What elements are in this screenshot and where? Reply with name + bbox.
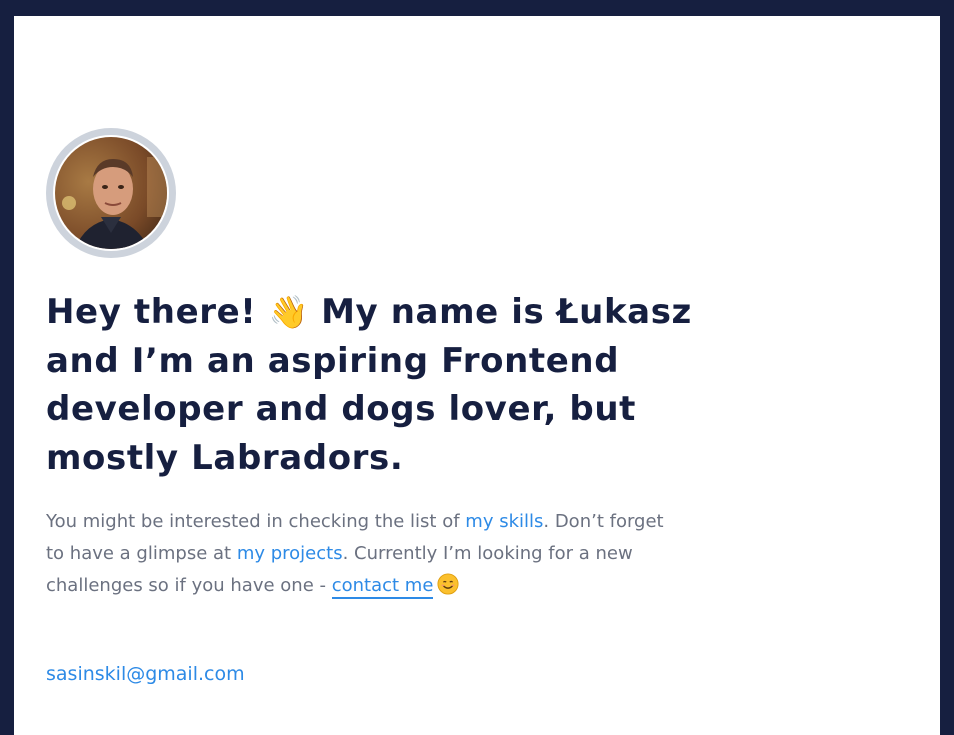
headline-line2: and I’m an aspiring Frontend [46,340,620,381]
contact-me-link[interactable]: contact me [331,575,434,599]
intro-paragraph: You might be interested in checking the … [46,506,666,602]
page-card: Hey there! 👋 My name is Łukasz and I’m a… [14,16,940,735]
email-link[interactable]: sasinskil@gmail.com [46,660,245,688]
my-projects-link[interactable]: my projects [237,543,343,564]
headline-part2: My name is Łukasz [321,292,692,332]
page-title: Hey there! 👋 My name is Łukasz and I’m a… [46,288,726,482]
avatar-photo [53,135,169,251]
my-skills-link[interactable]: my skills [465,511,543,532]
avatar [46,128,176,258]
smiling-face-icon [437,573,459,595]
avatar-image [55,137,167,249]
headline-part1: Hey there! [46,292,257,332]
waving-hand-icon: 👋 [268,293,309,331]
headline-line3: developer and dogs lover, but [46,389,637,429]
intro-text-1: You might be interested in checking the … [46,511,466,532]
headline-line4: mostly Labradors. [46,437,404,478]
